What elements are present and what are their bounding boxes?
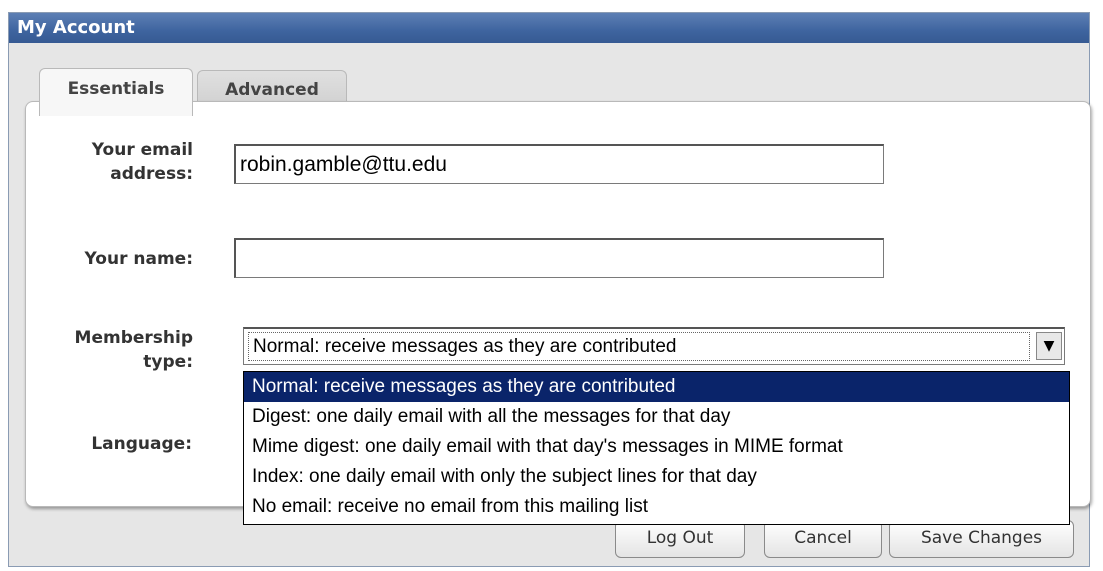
cancel-button[interactable]: Cancel <box>764 520 882 558</box>
window-title: My Account <box>9 13 1089 43</box>
membership-options-list: Normal: receive messages as they are con… <box>243 371 1070 525</box>
membership-type-select[interactable]: Normal: receive messages as they are con… <box>243 327 1065 365</box>
tab-essentials[interactable]: Essentials <box>39 68 193 116</box>
option-index[interactable]: Index: one daily email with only the sub… <box>244 462 1069 492</box>
membership-selected-value: Normal: receive messages as they are con… <box>248 332 1030 361</box>
email-field[interactable]: robin.gamble@ttu.edu <box>234 144 884 184</box>
name-label: Your name: <box>84 249 193 269</box>
option-normal[interactable]: Normal: receive messages as they are con… <box>244 372 1069 402</box>
chevron-down-icon[interactable]: ▼ <box>1036 332 1062 360</box>
page-top-band <box>0 0 1103 12</box>
membership-label-line1: Membership <box>74 328 193 348</box>
save-changes-button[interactable]: Save Changes <box>889 520 1074 558</box>
email-label-line2: address: <box>110 164 193 184</box>
log-out-button[interactable]: Log Out <box>615 520 745 558</box>
option-no-email[interactable]: No email: receive no email from this mai… <box>244 492 1069 522</box>
membership-label: Membership type: <box>39 326 193 374</box>
membership-label-line2: type: <box>143 352 193 372</box>
language-label: Language: <box>91 434 192 454</box>
option-digest[interactable]: Digest: one daily email with all the mes… <box>244 402 1069 432</box>
name-field[interactable] <box>234 238 884 278</box>
email-label: Your email address: <box>59 138 193 186</box>
email-label-line1: Your email <box>91 140 193 160</box>
option-mime-digest[interactable]: Mime digest: one daily email with that d… <box>244 432 1069 462</box>
